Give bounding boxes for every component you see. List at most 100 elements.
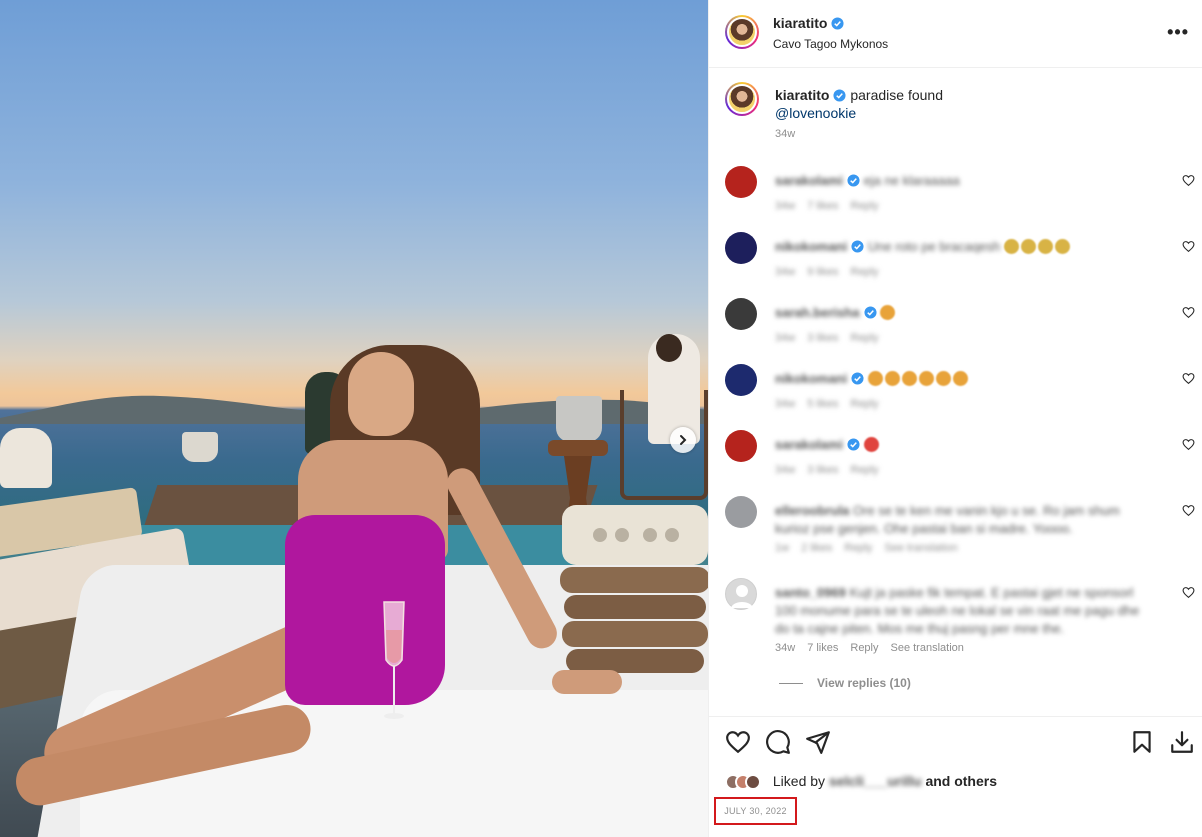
avatar[interactable] [725, 578, 757, 610]
emoji-icon [1037, 239, 1053, 254]
see-translation-button[interactable]: See translation [884, 542, 957, 554]
verified-badge-icon [833, 89, 847, 102]
comment-time[interactable]: 34w [775, 332, 795, 344]
verified-badge-icon [851, 372, 864, 385]
comment-likes[interactable]: 3 likes [807, 332, 838, 344]
avatar[interactable] [725, 232, 757, 264]
reply-button[interactable]: Reply [850, 200, 878, 212]
comment: santo_0969 Kujt ja paske fik tempat. E p… [725, 578, 1195, 668]
more-options-button[interactable]: ••• [1167, 22, 1189, 43]
share-send-icon[interactable] [805, 729, 831, 755]
avatar[interactable] [725, 496, 757, 528]
avatar[interactable] [725, 298, 757, 330]
stacked-wood-table [560, 505, 708, 673]
location-link[interactable]: Cavo Tagoo Mykonos [773, 37, 888, 51]
hand [552, 670, 622, 694]
reply-button[interactable]: Reply [850, 398, 878, 410]
like-comment-heart-icon[interactable] [1182, 240, 1195, 253]
comment-time[interactable]: 34w [775, 398, 795, 410]
avatar[interactable] [725, 82, 759, 116]
username-link[interactable]: kiaratito [775, 87, 829, 103]
liker-avatar [745, 774, 761, 790]
like-comment-heart-icon[interactable] [1182, 372, 1195, 385]
comment-likes[interactable]: 3 likes [807, 464, 838, 476]
reply-button[interactable]: Reply [850, 332, 878, 344]
comment-time[interactable]: 34w [775, 464, 795, 476]
avatar[interactable] [725, 430, 757, 462]
comment-time[interactable]: 34w [775, 266, 795, 278]
see-translation-button[interactable]: See translation [891, 642, 964, 654]
save-bookmark-icon[interactable] [1129, 729, 1155, 755]
post-photo[interactable] [0, 0, 708, 837]
username-link[interactable]: kiaratito [773, 15, 827, 31]
like-comment-heart-icon[interactable] [1182, 504, 1195, 517]
emoji-icon [952, 371, 968, 386]
post-side-panel: kiaratito Cavo Tagoo Mykonos ••• kiarati… [708, 0, 1202, 837]
reply-button[interactable]: Reply [844, 542, 872, 554]
download-icon[interactable] [1169, 729, 1195, 755]
comment-bubble-icon[interactable] [765, 729, 791, 755]
view-replies-label: View replies (10) [817, 676, 911, 690]
comment-likes[interactable]: 7 likes [807, 200, 838, 212]
liked-by-others-link[interactable]: and others [925, 773, 997, 789]
comment-username[interactable]: nikokomani [775, 371, 847, 386]
caption-body: paradise found [850, 87, 943, 103]
comment-text: eja ne klaraaaaa [863, 173, 960, 188]
comment-text: Une roto pe bracaqesh [867, 239, 1001, 254]
like-comment-heart-icon[interactable] [1182, 306, 1195, 319]
divider [779, 683, 803, 685]
emoji-icon [935, 371, 951, 386]
like-comment-heart-icon[interactable] [1182, 586, 1195, 599]
comment-likes[interactable]: 5 likes [807, 398, 838, 410]
post-author: kiaratito [773, 15, 845, 33]
comment-time[interactable]: 34w [775, 200, 795, 212]
comment-likes[interactable]: 7 likes [807, 642, 838, 654]
comment-time[interactable]: 34w [775, 642, 795, 654]
comment-username[interactable]: sarakolami [775, 437, 843, 452]
comment-username[interactable]: elleroobrula [775, 503, 849, 518]
emoji-icon [901, 371, 917, 386]
mention-link[interactable]: @lovenookie [775, 105, 856, 121]
ice-bucket [182, 432, 218, 462]
reply-button[interactable]: Reply [850, 642, 878, 654]
reply-button[interactable]: Reply [850, 266, 878, 278]
face [348, 352, 414, 436]
comment: nikokomani Une roto pe bracaqesh 34w 9 li… [725, 232, 1195, 282]
chevron-right-icon [680, 435, 687, 445]
emoji-icon [884, 371, 900, 386]
reply-button[interactable]: Reply [850, 464, 878, 476]
liked-by-user-link[interactable]: selcli___urillu [829, 773, 922, 789]
post-actions: Liked by selcli___urillu and others JULY… [709, 716, 1202, 837]
comment-likes[interactable]: 9 likes [807, 266, 838, 278]
caption-timestamp[interactable]: 34w [775, 128, 795, 140]
verified-badge-icon [864, 306, 877, 319]
comment: sarah.berisha 34w 3 likes Reply [725, 298, 1195, 348]
comment-time[interactable]: 1w [775, 542, 789, 554]
avatar[interactable] [725, 166, 757, 198]
verified-badge-icon [851, 240, 864, 253]
comment-username[interactable]: nikokomani [775, 239, 847, 254]
comment-username[interactable]: santo_0969 [775, 585, 846, 600]
post-header: kiaratito Cavo Tagoo Mykonos ••• [709, 0, 1202, 68]
liked-by-prefix: Liked by [772, 773, 826, 789]
comment-username[interactable]: sarakolami [775, 173, 843, 188]
like-comment-heart-icon[interactable] [1182, 174, 1195, 187]
verified-badge-icon [847, 438, 860, 451]
emoji-icon [1020, 239, 1036, 254]
post-date[interactable]: JULY 30, 2022 [716, 806, 795, 816]
emoji-icon [918, 371, 934, 386]
emoji-icon [1054, 239, 1070, 254]
comment-username[interactable]: sarah.berisha [775, 305, 860, 320]
avatar[interactable] [725, 15, 759, 49]
like-comment-heart-icon[interactable] [1182, 438, 1195, 451]
comment: sarakolami eja ne klaraaaaa 34w 7 likes Re… [725, 166, 1195, 216]
avatar[interactable] [725, 364, 757, 396]
emoji-icon [880, 305, 896, 320]
view-replies-button[interactable]: View replies (10) [779, 676, 911, 690]
pink-dress [285, 515, 445, 705]
liked-by: Liked by selcli___urillu and others [725, 773, 997, 790]
next-photo-button[interactable] [670, 427, 696, 453]
comment: elleroobrula Ore se te ken me vanin kjo … [725, 496, 1195, 566]
like-heart-icon[interactable] [725, 729, 751, 755]
comment-likes[interactable]: 2 likes [801, 542, 832, 554]
